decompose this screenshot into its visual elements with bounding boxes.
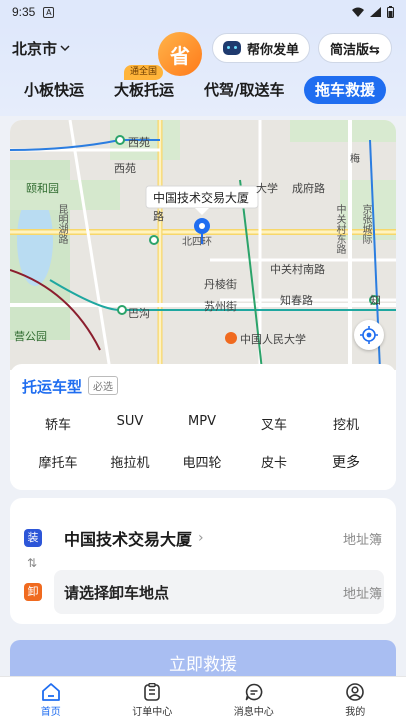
map-callout-label: 中国技术交易大厦: [153, 191, 250, 205]
load-badge: 装: [24, 529, 42, 547]
profile-icon: [346, 683, 365, 701]
destination-placeholder: 请选择卸车地点: [64, 583, 170, 602]
header: 北京市 省 帮你发单 简洁版⇆ 小板快运 大板托运 代驾/取送车 拖车救援 通全…: [0, 24, 406, 116]
map-label-bagou: 巴沟: [128, 307, 150, 320]
help-order-button[interactable]: 帮你发单: [212, 33, 310, 63]
bottom-nav: 首页 订单中心 消息中心 我的: [0, 676, 406, 721]
service-tabs: 小板快运 大板托运 代驾/取送车 拖车救援: [0, 76, 406, 106]
vehicle-type-section: 托运车型 必选 轿车 SUV MPV 叉车 挖机 摩托车 拖拉机 电四轮 皮卡 …: [10, 364, 396, 490]
status-time: 9:35: [12, 5, 36, 19]
status-bar: 9:35 A: [0, 0, 406, 24]
vehicle-type-excavator[interactable]: 挖机: [310, 414, 382, 433]
help-order-label: 帮你发单: [246, 42, 299, 58]
vehicle-type-title: 托运车型: [22, 378, 83, 396]
map-label-danlengjie: 丹棱街: [204, 278, 237, 291]
battery-icon: [387, 6, 394, 18]
main-card: 中国技术交易大厦 西苑 西苑 颐和园 昆明湖路 大学 成府路 路 北四环 丹棱街…: [10, 120, 396, 490]
map-label-meishi: 梅: [350, 154, 360, 165]
map-label-zhichun-road: 知春路: [280, 294, 313, 307]
promo-tag: 通全国: [124, 65, 164, 80]
route-card: 装 中国技术交易大厦 › 地址簿 ⇅ 卸 请选择卸车地点 地址簿: [10, 498, 396, 624]
signal-icon: [370, 7, 381, 17]
vehicle-type-suv[interactable]: SUV: [94, 414, 166, 429]
vehicle-type-electric-four-wheel[interactable]: 电四轮: [166, 452, 238, 471]
savings-badge[interactable]: 省: [158, 32, 202, 76]
status-icons: [352, 6, 394, 18]
simple-mode-label: 简洁版⇆: [330, 42, 380, 58]
map-view[interactable]: 中国技术交易大厦 西苑 西苑 颐和园 昆明湖路 大学 成府路 路 北四环 丹棱街…: [10, 120, 396, 370]
nav-messages[interactable]: 消息中心: [203, 677, 305, 721]
map-label-jingbao: 京张城际: [360, 204, 371, 244]
required-badge: 必选: [88, 376, 118, 395]
home-icon: [41, 683, 60, 701]
nav-profile-label: 我的: [345, 707, 366, 718]
robot-icon: [222, 41, 241, 55]
message-icon: [245, 683, 263, 701]
map-label-zhongguancun-east: 中关村东路: [334, 204, 345, 254]
map-label-university: 大学: [256, 182, 278, 195]
origin-address-book-link[interactable]: 地址簿: [343, 529, 382, 548]
vehicle-type-pickup[interactable]: 皮卡: [238, 452, 310, 471]
vehicle-type-motorcycle[interactable]: 摩托车: [22, 452, 94, 471]
map-label-yiheyuan: 颐和园: [26, 182, 59, 195]
chevron-right-icon: ›: [198, 530, 204, 546]
vehicle-type-forklift[interactable]: 叉车: [238, 414, 310, 433]
origin-label: 中国技术交易大厦: [64, 530, 193, 549]
tab-tow-rescue[interactable]: 拖车救援: [304, 76, 387, 104]
nav-orders-label: 订单中心: [132, 707, 173, 718]
map-label-chengfu-road: 成府路: [292, 182, 325, 195]
chevron-down-icon: [60, 45, 70, 52]
vehicle-type-more[interactable]: 更多: [310, 452, 382, 472]
tab-large-board[interactable]: 大板托运: [114, 76, 174, 104]
wifi-icon: [352, 7, 364, 17]
map-label-renda: 中国人民大学: [240, 333, 306, 346]
map-label-xiyuan-station: 西苑: [128, 136, 150, 149]
nav-home-label: 首页: [40, 707, 61, 718]
vehicle-type-tractor[interactable]: 拖拉机: [94, 452, 166, 471]
map-label-kunming-lake-road: 昆明湖路: [56, 204, 67, 244]
simple-mode-button[interactable]: 简洁版⇆: [318, 33, 392, 63]
nav-orders[interactable]: 订单中心: [102, 677, 204, 721]
nav-home[interactable]: 首页: [0, 677, 102, 721]
origin-address[interactable]: 中国技术交易大厦 ›: [64, 526, 204, 550]
vehicle-type-mpv[interactable]: MPV: [166, 414, 238, 429]
city-selector[interactable]: 北京市: [12, 38, 70, 59]
order-icon: [144, 683, 161, 701]
tab-small-board[interactable]: 小板快运: [24, 76, 84, 104]
unload-badge: 卸: [24, 583, 42, 601]
map-label-xiyuan: 西苑: [114, 162, 136, 175]
locate-button[interactable]: [354, 320, 384, 350]
map-label-road-suffix: 路: [153, 210, 164, 223]
map-label-zhongguancun-road: 中关村南路: [270, 263, 325, 276]
notification-a-icon: A: [43, 6, 55, 18]
vehicle-type-sedan[interactable]: 轿车: [22, 414, 94, 433]
swap-icon[interactable]: ⇅: [27, 556, 37, 570]
map-label-zhichun-station: 知: [370, 294, 381, 307]
map-label-yingyuan: 营公园: [14, 330, 47, 343]
destination-input[interactable]: 请选择卸车地点: [54, 570, 384, 614]
map-label-suzhoujie: 苏州街: [204, 300, 237, 313]
city-label: 北京市: [12, 40, 58, 58]
map-label-beisihuan: 北四环: [182, 237, 212, 248]
nav-profile[interactable]: 我的: [305, 677, 406, 721]
destination-address-book-link[interactable]: 地址簿: [343, 583, 382, 602]
nav-messages-label: 消息中心: [233, 707, 274, 718]
tab-driver-delivery[interactable]: 代驾/取送车: [204, 76, 284, 104]
locate-icon: [360, 326, 378, 344]
